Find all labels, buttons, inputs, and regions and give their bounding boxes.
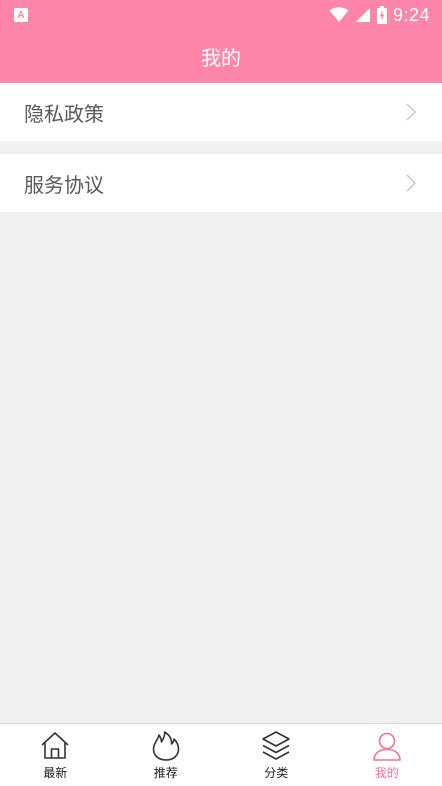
menu-item-label: 隐私政策 <box>24 101 104 126</box>
tab-latest[interactable]: 最新 <box>0 724 111 786</box>
home-icon <box>41 732 69 759</box>
tab-label: 分类 <box>264 766 289 780</box>
title-bar: 我的 <box>0 30 442 83</box>
user-icon <box>372 732 401 761</box>
status-right: 9:24 <box>329 5 430 26</box>
tab-label: 我的 <box>374 766 399 780</box>
app-screen: A 9:24 我的 隐私政策 服务协议 最新 推荐 分类 我的 <box>0 0 442 786</box>
status-time: 9:24 <box>392 4 430 25</box>
flame-icon <box>152 731 180 761</box>
cellular-signal-icon <box>355 8 370 22</box>
layers-icon <box>262 731 291 760</box>
chevron-right-icon <box>406 103 417 121</box>
tab-label: 最新 <box>43 766 68 780</box>
status-bar: A 9:24 <box>0 0 442 30</box>
status-left: A <box>14 8 28 22</box>
tab-recommended[interactable]: 推荐 <box>111 724 222 786</box>
battery-charging-icon <box>376 6 387 24</box>
menu-item-label: 服务协议 <box>24 172 104 197</box>
tab-categories[interactable]: 分类 <box>221 724 332 786</box>
tab-mine[interactable]: 我的 <box>332 724 442 786</box>
wifi-icon <box>329 7 349 22</box>
chevron-right-icon <box>406 174 417 192</box>
bottom-navigation: 最新 推荐 分类 我的 <box>0 723 442 786</box>
menu-item-service-agreement[interactable]: 服务协议 <box>0 154 442 212</box>
menu-item-privacy-policy[interactable]: 隐私政策 <box>0 83 442 141</box>
tab-label: 推荐 <box>153 766 178 780</box>
page-title: 我的 <box>201 46 241 70</box>
app-notification-icon: A <box>14 8 28 22</box>
